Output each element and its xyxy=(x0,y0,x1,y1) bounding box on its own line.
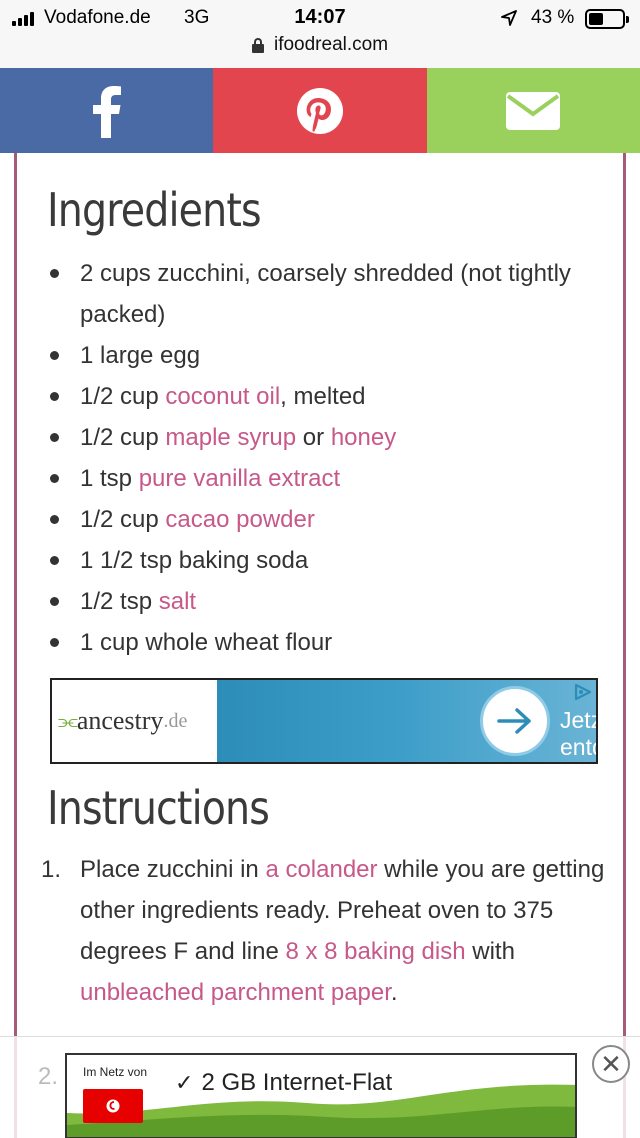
vodafone-logo xyxy=(83,1089,143,1123)
cacao-powder-link[interactable]: cacao powder xyxy=(165,506,314,533)
instructions-heading: Instructions xyxy=(47,781,270,835)
ingredient-item: 1 cup whole wheat flour xyxy=(47,622,607,663)
mail-icon xyxy=(506,91,561,130)
ingredient-item: 2 cups zucchini, coarsely shredded (not … xyxy=(47,253,607,335)
baking-dish-link[interactable]: 8 x 8 baking dish xyxy=(285,938,465,965)
step-number: 1. xyxy=(41,856,62,883)
parchment-paper-link[interactable]: unbleached parchment paper xyxy=(80,979,391,1006)
instruction-step: 1. Place zucchini in a colander while yo… xyxy=(41,849,607,1013)
instructions-list: 1. Place zucchini in a colander while yo… xyxy=(41,849,607,1013)
salt-link[interactable]: salt xyxy=(159,588,196,615)
ingredients-heading: Ingredients xyxy=(47,183,262,237)
maple-syrup-link[interactable]: maple syrup xyxy=(165,424,296,451)
ingredient-item: 1 large egg xyxy=(47,335,607,376)
ingredients-list: 2 cups zucchini, coarsely shredded (not … xyxy=(47,253,607,663)
url-bar[interactable]: ifoodreal.com xyxy=(0,34,640,68)
ingredient-item: 1 tsp pure vanilla extract xyxy=(47,458,607,499)
honey-link[interactable]: honey xyxy=(331,424,396,451)
ingredient-item: 1 1/2 tsp baking soda xyxy=(47,540,607,581)
sticky-ad-bar: 2. Im Netz von ✓ 2 GB Internet-Flat ✕ xyxy=(0,1036,640,1138)
colander-link[interactable]: a colander xyxy=(265,856,377,883)
vanilla-extract-link[interactable]: pure vanilla extract xyxy=(139,465,340,492)
recipe-card: Ingredients 2 cups zucchini, coarsely sh… xyxy=(14,153,626,1138)
step-number: 2. xyxy=(38,1063,59,1090)
url-domain: ifoodreal.com xyxy=(273,34,389,55)
leaf-icon: ⫘ xyxy=(58,708,78,733)
ad-small-text: Im Netz von xyxy=(83,1065,148,1079)
close-ad-button[interactable]: ✕ xyxy=(592,1045,630,1083)
ingredient-item: 1/2 cup coconut oil, melted xyxy=(47,376,607,417)
share-bar xyxy=(0,68,640,153)
adchoices-icon[interactable] xyxy=(572,682,594,702)
pinterest-share-button[interactable] xyxy=(213,68,427,153)
ancestry-ad-banner[interactable]: ⫘ ancestry.de Jetzt entdecken xyxy=(50,678,598,764)
ancestry-logo: ⫘ ancestry .de xyxy=(58,706,188,735)
close-icon: ✕ xyxy=(600,1048,622,1079)
battery-percent: 43 % xyxy=(531,7,575,28)
email-share-button[interactable] xyxy=(426,68,640,153)
pinterest-icon xyxy=(296,87,343,134)
ad-cta-panel[interactable]: Jetzt entdecken xyxy=(217,680,596,762)
lock-icon xyxy=(251,37,264,53)
status-bar: Vodafone.de 3G 14:07 43 % xyxy=(0,0,640,34)
vodafone-logo-icon xyxy=(106,1099,120,1113)
location-arrow-icon xyxy=(501,10,517,26)
ingredient-item: 1/2 cup maple syrup or honey xyxy=(47,417,607,458)
ad-headline: ✓ 2 GB Internet-Flat xyxy=(175,1069,393,1096)
coconut-oil-link[interactable]: coconut oil xyxy=(165,383,280,410)
battery-icon xyxy=(585,9,629,29)
facebook-share-button[interactable] xyxy=(0,68,214,153)
ingredient-item: 1/2 tsp salt xyxy=(47,581,607,622)
facebook-icon xyxy=(92,85,121,138)
arrow-right-icon xyxy=(480,686,550,756)
ad-cta-label: Jetzt entdecken xyxy=(560,707,596,760)
vodafone-ad-banner[interactable]: Im Netz von ✓ 2 GB Internet-Flat xyxy=(65,1053,577,1138)
ingredient-item: 1/2 cup cacao powder xyxy=(47,499,607,540)
check-icon: ✓ xyxy=(175,1070,194,1095)
